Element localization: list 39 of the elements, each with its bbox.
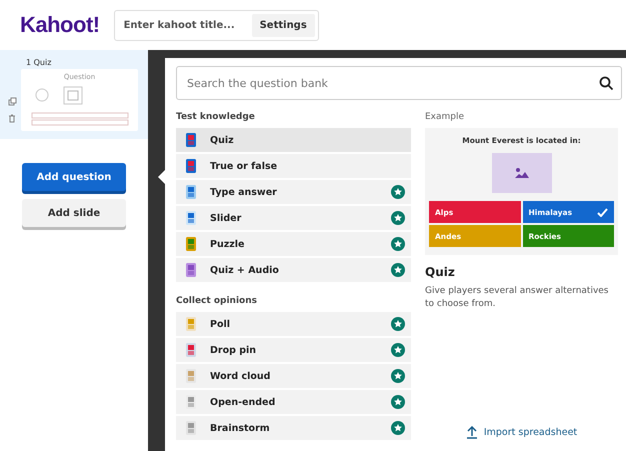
question-type-icon [186,317,196,331]
question-type-icon [186,133,196,147]
question-type-icon [186,237,196,251]
upload-icon [466,426,478,439]
example-description: Give players several answer alternatives to choose from. [425,285,610,312]
add-slide-button[interactable]: Add slide [22,199,126,227]
question-type-item[interactable]: Drop pin [176,338,411,362]
question-type-icon [186,211,196,225]
kahoot-logo: Kahoot! [20,12,100,38]
import-spreadsheet-link[interactable]: Import spreadsheet [425,426,618,439]
settings-button[interactable]: Settings [252,14,315,36]
search-field[interactable]: Search the question bank [176,66,622,100]
question-type-icon [186,185,196,199]
question-type-item[interactable]: Puzzle [176,232,411,256]
question-type-item[interactable]: Open-ended [176,390,411,414]
question-type-item[interactable]: Brainstorm [176,416,411,440]
duplicate-icon[interactable] [8,97,17,106]
question-type-item[interactable]: Slider [176,206,411,230]
question-type-icon [186,343,196,357]
question-type-icon [186,263,196,277]
trash-icon[interactable] [8,114,16,123]
question-type-item[interactable]: Poll [176,312,411,336]
question-type-item[interactable]: True or false [176,154,411,178]
question-type-item[interactable]: Word cloud [176,364,411,388]
question-type-icon [186,421,196,435]
example-title: Quiz [425,265,456,279]
image-icon [514,168,528,178]
question-type-item[interactable]: Quiz [176,128,411,152]
add-question-button[interactable]: Add question [22,163,126,191]
question-type-icon [186,159,196,173]
example-heading: Example [425,112,466,122]
question-type-icon [186,369,196,383]
slide-label: 1 Quiz [25,58,52,67]
search-icon[interactable] [599,76,614,91]
section-heading: Collect opinions [176,296,258,306]
section-heading: Test knowledge [176,112,256,122]
question-type-item[interactable]: Type answer [176,180,411,204]
question-type-icon [186,395,196,409]
question-type-item[interactable]: Quiz + Audio [176,258,411,282]
